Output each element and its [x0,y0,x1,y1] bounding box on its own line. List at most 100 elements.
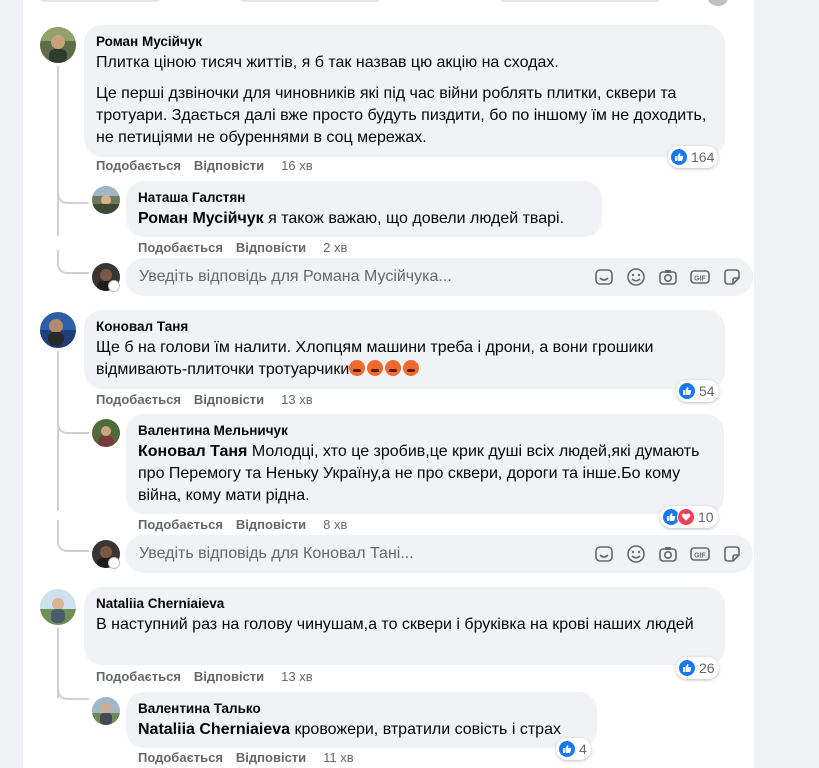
reply-actions: Подобається Відповісти 2 хв [138,240,360,255]
comment-bubble: Nataliia Cherniaieva В наступний раз на … [84,587,725,665]
reply-input[interactable]: Уведіть відповідь для Романа Мусійчука..… [125,258,753,296]
thread-connector [57,420,89,434]
angry-face-emoji [349,360,366,376]
camera-icon[interactable] [657,543,679,565]
comment-actions: Подобається Відповісти 16 хв [96,158,326,173]
cut-off-action-bar [40,0,720,8]
reply-author[interactable]: Наташа Галстян [138,189,590,206]
comment-bubble: Роман Мусійчук Плитка ціною тисяч життів… [84,25,725,157]
reaction-count: 54 [699,383,715,399]
comment-actions: Подобається Відповісти 13 хв [96,392,326,407]
reply-button[interactable]: Відповісти [236,517,306,532]
reply-bubble: Наташа Галстян Роман Мусійчук я також ва… [126,181,602,237]
sticker-icon[interactable] [721,266,743,288]
svg-text:GIF: GIF [694,553,706,560]
mention-link[interactable]: Коновал Таня [138,443,247,460]
reply-actions: Подобається Відповісти 11 хв [138,750,367,765]
reply-author[interactable]: Валентина Мельничук [138,422,712,439]
reply-actions: Подобається Відповісти 8 хв [138,517,360,532]
angry-face-emoji [403,360,420,376]
sticker-alt-icon[interactable] [593,266,615,288]
avatar[interactable] [40,589,76,625]
chevron-down-icon[interactable] [108,557,120,569]
mention-link[interactable]: Nataliia Cherniaieva [138,721,290,738]
like-button[interactable]: Подобається [96,158,181,173]
reply-text: Роман Мусійчук я також важаю, що довели … [138,208,590,230]
avatar[interactable] [92,186,120,214]
reply-button[interactable]: Відповісти [194,392,264,407]
avatar[interactable] [92,419,120,447]
comment-author[interactable]: Коновал Таня [96,318,713,335]
reply-button[interactable]: Відповісти [236,750,306,765]
comment-actions: Подобається Відповісти 13 хв [96,669,326,684]
reply-time[interactable]: 11 хв [323,750,354,765]
reply-body: кровожери, втратили совість і страх [290,721,561,738]
reply-input-placeholder: Уведіть відповідь для Романа Мусійчука..… [139,268,452,285]
like-icon [670,148,688,166]
comment-text: Ще б на голови їм налити. Хлопцям машини… [96,337,713,381]
gif-icon[interactable]: GIF [689,543,711,565]
reply-time[interactable]: 2 хв [323,240,347,255]
chevron-down-icon[interactable] [108,280,120,292]
comment-time[interactable]: 16 хв [281,158,312,173]
like-button[interactable]: Подобається [138,517,223,532]
angry-face-emoji [385,360,402,376]
angry-face-emoji [367,360,384,376]
like-button[interactable]: Подобається [96,669,181,684]
avatar[interactable] [40,312,76,348]
like-icon [678,382,696,400]
comment-author[interactable]: Nataliia Cherniaieva [96,595,713,612]
sticker-icon[interactable] [721,543,743,565]
comment-paragraph: Це перші дзвіночки для чиновників які пі… [96,85,707,146]
like-button[interactable]: Подобається [96,392,181,407]
avatar[interactable] [40,27,76,63]
love-icon [677,508,695,526]
comment-time[interactable]: 13 хв [281,392,312,407]
comment-paragraph: Плитка ціною тисяч життів, я б так назва… [96,54,559,71]
thread-line [57,66,59,236]
comment-time[interactable]: 13 хв [281,669,312,684]
reaction-count: 26 [699,660,715,676]
reply-button[interactable]: Відповісти [194,158,264,173]
composer-tools: GIF [593,266,743,288]
like-button[interactable]: Подобається [138,240,223,255]
reply-button[interactable]: Відповісти [236,240,306,255]
thread-line [57,351,59,511]
gif-icon[interactable]: GIF [689,266,711,288]
avatar[interactable] [92,697,120,725]
reply-input[interactable]: Уведіть відповідь для Коновал Тані... GI… [125,535,753,573]
thread-connector [57,190,89,204]
emoji-icon[interactable] [625,266,647,288]
reply-body: я також важаю, що довели людей тварі. [263,210,565,227]
reply-text: Nataliia Cherniaieva кровожери, втратили… [138,719,585,741]
thread-connector [57,250,89,274]
reply-bubble: Валентина Мельничук Коновал Таня Молодці… [126,414,724,514]
reaction-summary[interactable]: 164 [668,146,719,168]
reply-bubble: Валентина Талько Nataliia Cherniaieva кр… [126,692,597,748]
reply-text: Коновал Таня Молодці, хто це зробив,це к… [138,441,712,507]
sticker-alt-icon[interactable] [593,543,615,565]
like-icon [678,659,696,677]
comment-bubble: Коновал Таня Ще б на голови їм налити. Х… [84,310,725,389]
comment-author[interactable]: Роман Мусійчук [96,33,713,50]
composer-tools: GIF [593,543,743,565]
reaction-summary[interactable]: 26 [676,657,719,679]
emoji-icon[interactable] [625,543,647,565]
reaction-count: 164 [691,149,715,165]
reaction-summary[interactable]: 4 [556,738,591,760]
reply-button[interactable]: Відповісти [194,669,264,684]
thread-connector [57,520,89,552]
mention-link[interactable]: Роман Мусійчук [138,210,264,227]
reply-input-placeholder: Уведіть відповідь для Коновал Тані... [139,545,414,562]
like-icon [558,740,576,758]
svg-text:GIF: GIF [694,276,706,283]
reply-author[interactable]: Валентина Талько [138,700,585,717]
reaction-count: 4 [579,741,587,757]
reaction-summary[interactable]: 54 [676,380,719,402]
camera-icon[interactable] [657,266,679,288]
comment-text: Плитка ціною тисяч життів, я б так назва… [96,52,713,149]
reaction-summary[interactable]: 10 [660,506,718,528]
reaction-count: 10 [698,509,714,525]
reply-time[interactable]: 8 хв [323,517,347,532]
like-button[interactable]: Подобається [138,750,223,765]
